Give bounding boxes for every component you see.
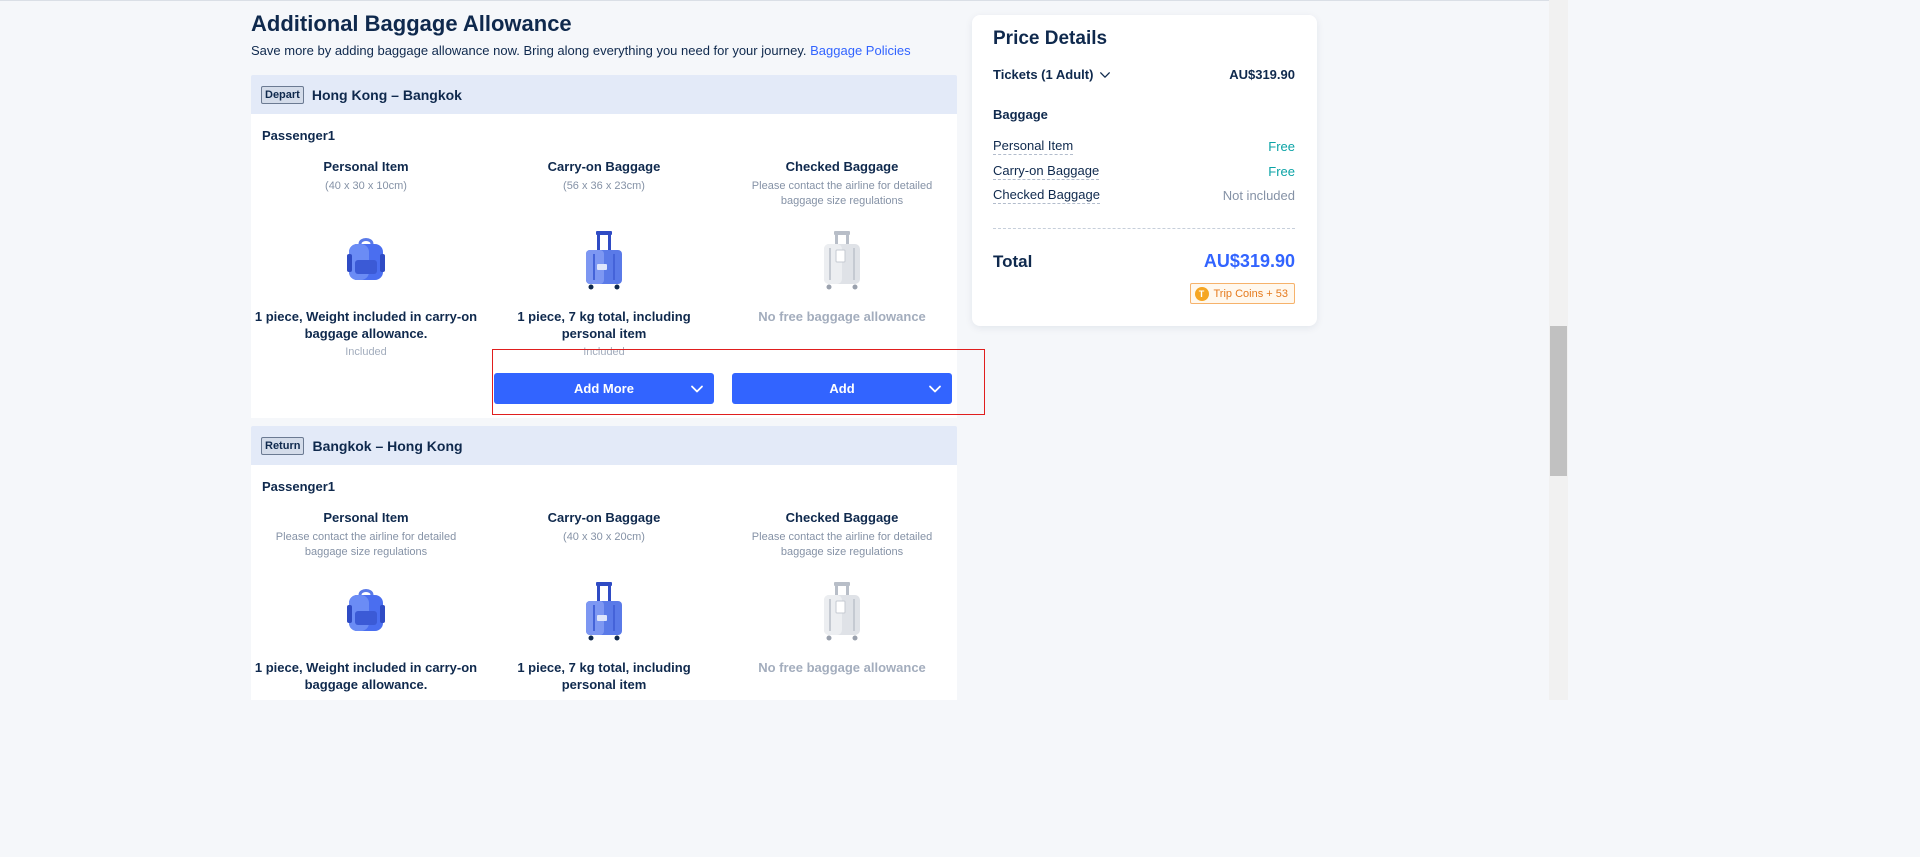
carryon-suitcase-icon bbox=[574, 581, 634, 641]
price-item-carryon: Carry-on Baggage Free bbox=[993, 163, 1295, 180]
price-item-personal: Personal Item Free bbox=[993, 138, 1295, 155]
personal-item-size: (40 x 30 x 10cm) bbox=[325, 180, 407, 192]
checked-size: Please contact the airline for detailed … bbox=[751, 180, 933, 207]
chevron-down-icon bbox=[690, 382, 704, 396]
carryon-desc: 1 piece, 7 kg total, including personal … bbox=[517, 309, 691, 341]
tickets-value: AU$319.90 bbox=[1229, 67, 1295, 82]
chevron-down-icon bbox=[928, 382, 942, 396]
depart-segment-header: Depart Hong Kong – Bangkok bbox=[251, 75, 957, 114]
carryon-column: Carry-on Baggage (40 x 30 x 20cm) 1 piec… bbox=[489, 509, 719, 692]
total-row: Total AU$319.90 bbox=[993, 251, 1295, 272]
baggage-policies-link[interactable]: Baggage Policies bbox=[810, 43, 910, 58]
backpack-icon bbox=[336, 581, 396, 641]
checked-desc: No free baggage allowance bbox=[758, 309, 926, 324]
price-item-value: Free bbox=[1268, 139, 1295, 154]
price-item-label[interactable]: Personal Item bbox=[993, 138, 1074, 155]
depart-segment-body: Passenger1 Personal Item (40 x 30 x 10cm… bbox=[251, 114, 957, 418]
page-subtitle-text: Save more by adding baggage allowance no… bbox=[251, 43, 807, 58]
personal-item-title: Personal Item bbox=[323, 159, 409, 174]
personal-item-desc: 1 piece, Weight included in carry-on bag… bbox=[254, 660, 478, 692]
checked-desc: No free baggage allowance bbox=[758, 660, 926, 675]
personal-item-size: Please contact the airline for detailed … bbox=[275, 531, 457, 558]
add-more-label: Add More bbox=[574, 381, 634, 396]
checked-suitcase-icon bbox=[812, 230, 872, 290]
chevron-down-icon bbox=[1100, 71, 1111, 78]
price-details-title: Price Details bbox=[993, 28, 1108, 49]
trip-coin-icon: T bbox=[1194, 286, 1209, 301]
checked-size: Please contact the airline for detailed … bbox=[751, 531, 933, 558]
total-value: AU$319.90 bbox=[1203, 251, 1295, 271]
checked-suitcase-icon bbox=[812, 581, 872, 641]
personal-item-title: Personal Item bbox=[323, 510, 409, 525]
checked-column: Checked Baggage Please contact the airli… bbox=[727, 509, 957, 675]
passenger-label: Passenger1 bbox=[262, 479, 335, 494]
top-border bbox=[0, 0, 1568, 1]
carryon-desc: 1 piece, 7 kg total, including personal … bbox=[517, 660, 691, 692]
segment-route: Hong Kong – Bangkok bbox=[311, 86, 462, 103]
personal-item-column: Personal Item (40 x 30 x 10cm) 1 piece, … bbox=[251, 158, 481, 358]
backpack-icon bbox=[336, 230, 396, 290]
personal-item-status: Included bbox=[345, 346, 387, 358]
personal-item-column: Personal Item Please contact the airline… bbox=[251, 509, 481, 692]
price-divider bbox=[993, 228, 1295, 229]
price-item-label[interactable]: Carry-on Baggage bbox=[993, 163, 1100, 180]
trip-coins-badge: T Trip Coins + 53 bbox=[1189, 283, 1295, 304]
price-details-card: Price Details Tickets (1 Adult) AU$319.9… bbox=[972, 15, 1317, 326]
add-more-carryon-button[interactable]: Add More bbox=[494, 373, 714, 404]
baggage-section-label: Baggage bbox=[993, 107, 1048, 122]
passenger-label: Passenger1 bbox=[262, 128, 335, 143]
carryon-size: (56 x 36 x 23cm) bbox=[563, 180, 645, 192]
price-item-label[interactable]: Checked Baggage bbox=[993, 187, 1100, 204]
price-item-value: Free bbox=[1268, 164, 1295, 179]
personal-item-desc: 1 piece, Weight included in carry-on bag… bbox=[254, 309, 478, 341]
page-title: Additional Baggage Allowance bbox=[251, 11, 572, 36]
checked-title: Checked Baggage bbox=[785, 159, 899, 174]
checked-column: Checked Baggage Please contact the airli… bbox=[727, 158, 957, 324]
segment-tag-return: Return bbox=[261, 436, 305, 455]
return-segment-header: Return Bangkok – Hong Kong bbox=[251, 426, 957, 465]
trip-coins-label: Trip Coins + 53 bbox=[1213, 287, 1289, 300]
price-item-value: Not included bbox=[1222, 188, 1295, 203]
page-subtitle: Save more by adding baggage allowance no… bbox=[251, 43, 911, 58]
carryon-status: Included bbox=[583, 346, 625, 358]
checked-title: Checked Baggage bbox=[785, 510, 899, 525]
return-segment-body: Passenger1 Personal Item Please contact … bbox=[251, 465, 957, 700]
carryon-title: Carry-on Baggage bbox=[547, 510, 661, 525]
carryon-title: Carry-on Baggage bbox=[547, 159, 661, 174]
segment-route: Bangkok – Hong Kong bbox=[312, 437, 463, 454]
price-item-checked: Checked Baggage Not included bbox=[993, 187, 1295, 204]
total-label: Total bbox=[993, 251, 1033, 271]
carryon-size: (40 x 30 x 20cm) bbox=[563, 531, 645, 543]
tickets-label: Tickets (1 Adult) bbox=[993, 67, 1094, 82]
tickets-toggle[interactable]: Tickets (1 Adult) bbox=[993, 67, 1111, 82]
tickets-row[interactable]: Tickets (1 Adult) AU$319.90 bbox=[993, 67, 1295, 82]
segment-tag-depart: Depart bbox=[261, 85, 304, 104]
carryon-suitcase-icon bbox=[574, 230, 634, 290]
carryon-column: Carry-on Baggage (56 x 36 x 23cm) 1 piec… bbox=[489, 158, 719, 358]
scrollbar-thumb[interactable] bbox=[1550, 326, 1567, 476]
add-label: Add bbox=[829, 381, 855, 396]
add-checked-baggage-button[interactable]: Add bbox=[732, 373, 952, 404]
